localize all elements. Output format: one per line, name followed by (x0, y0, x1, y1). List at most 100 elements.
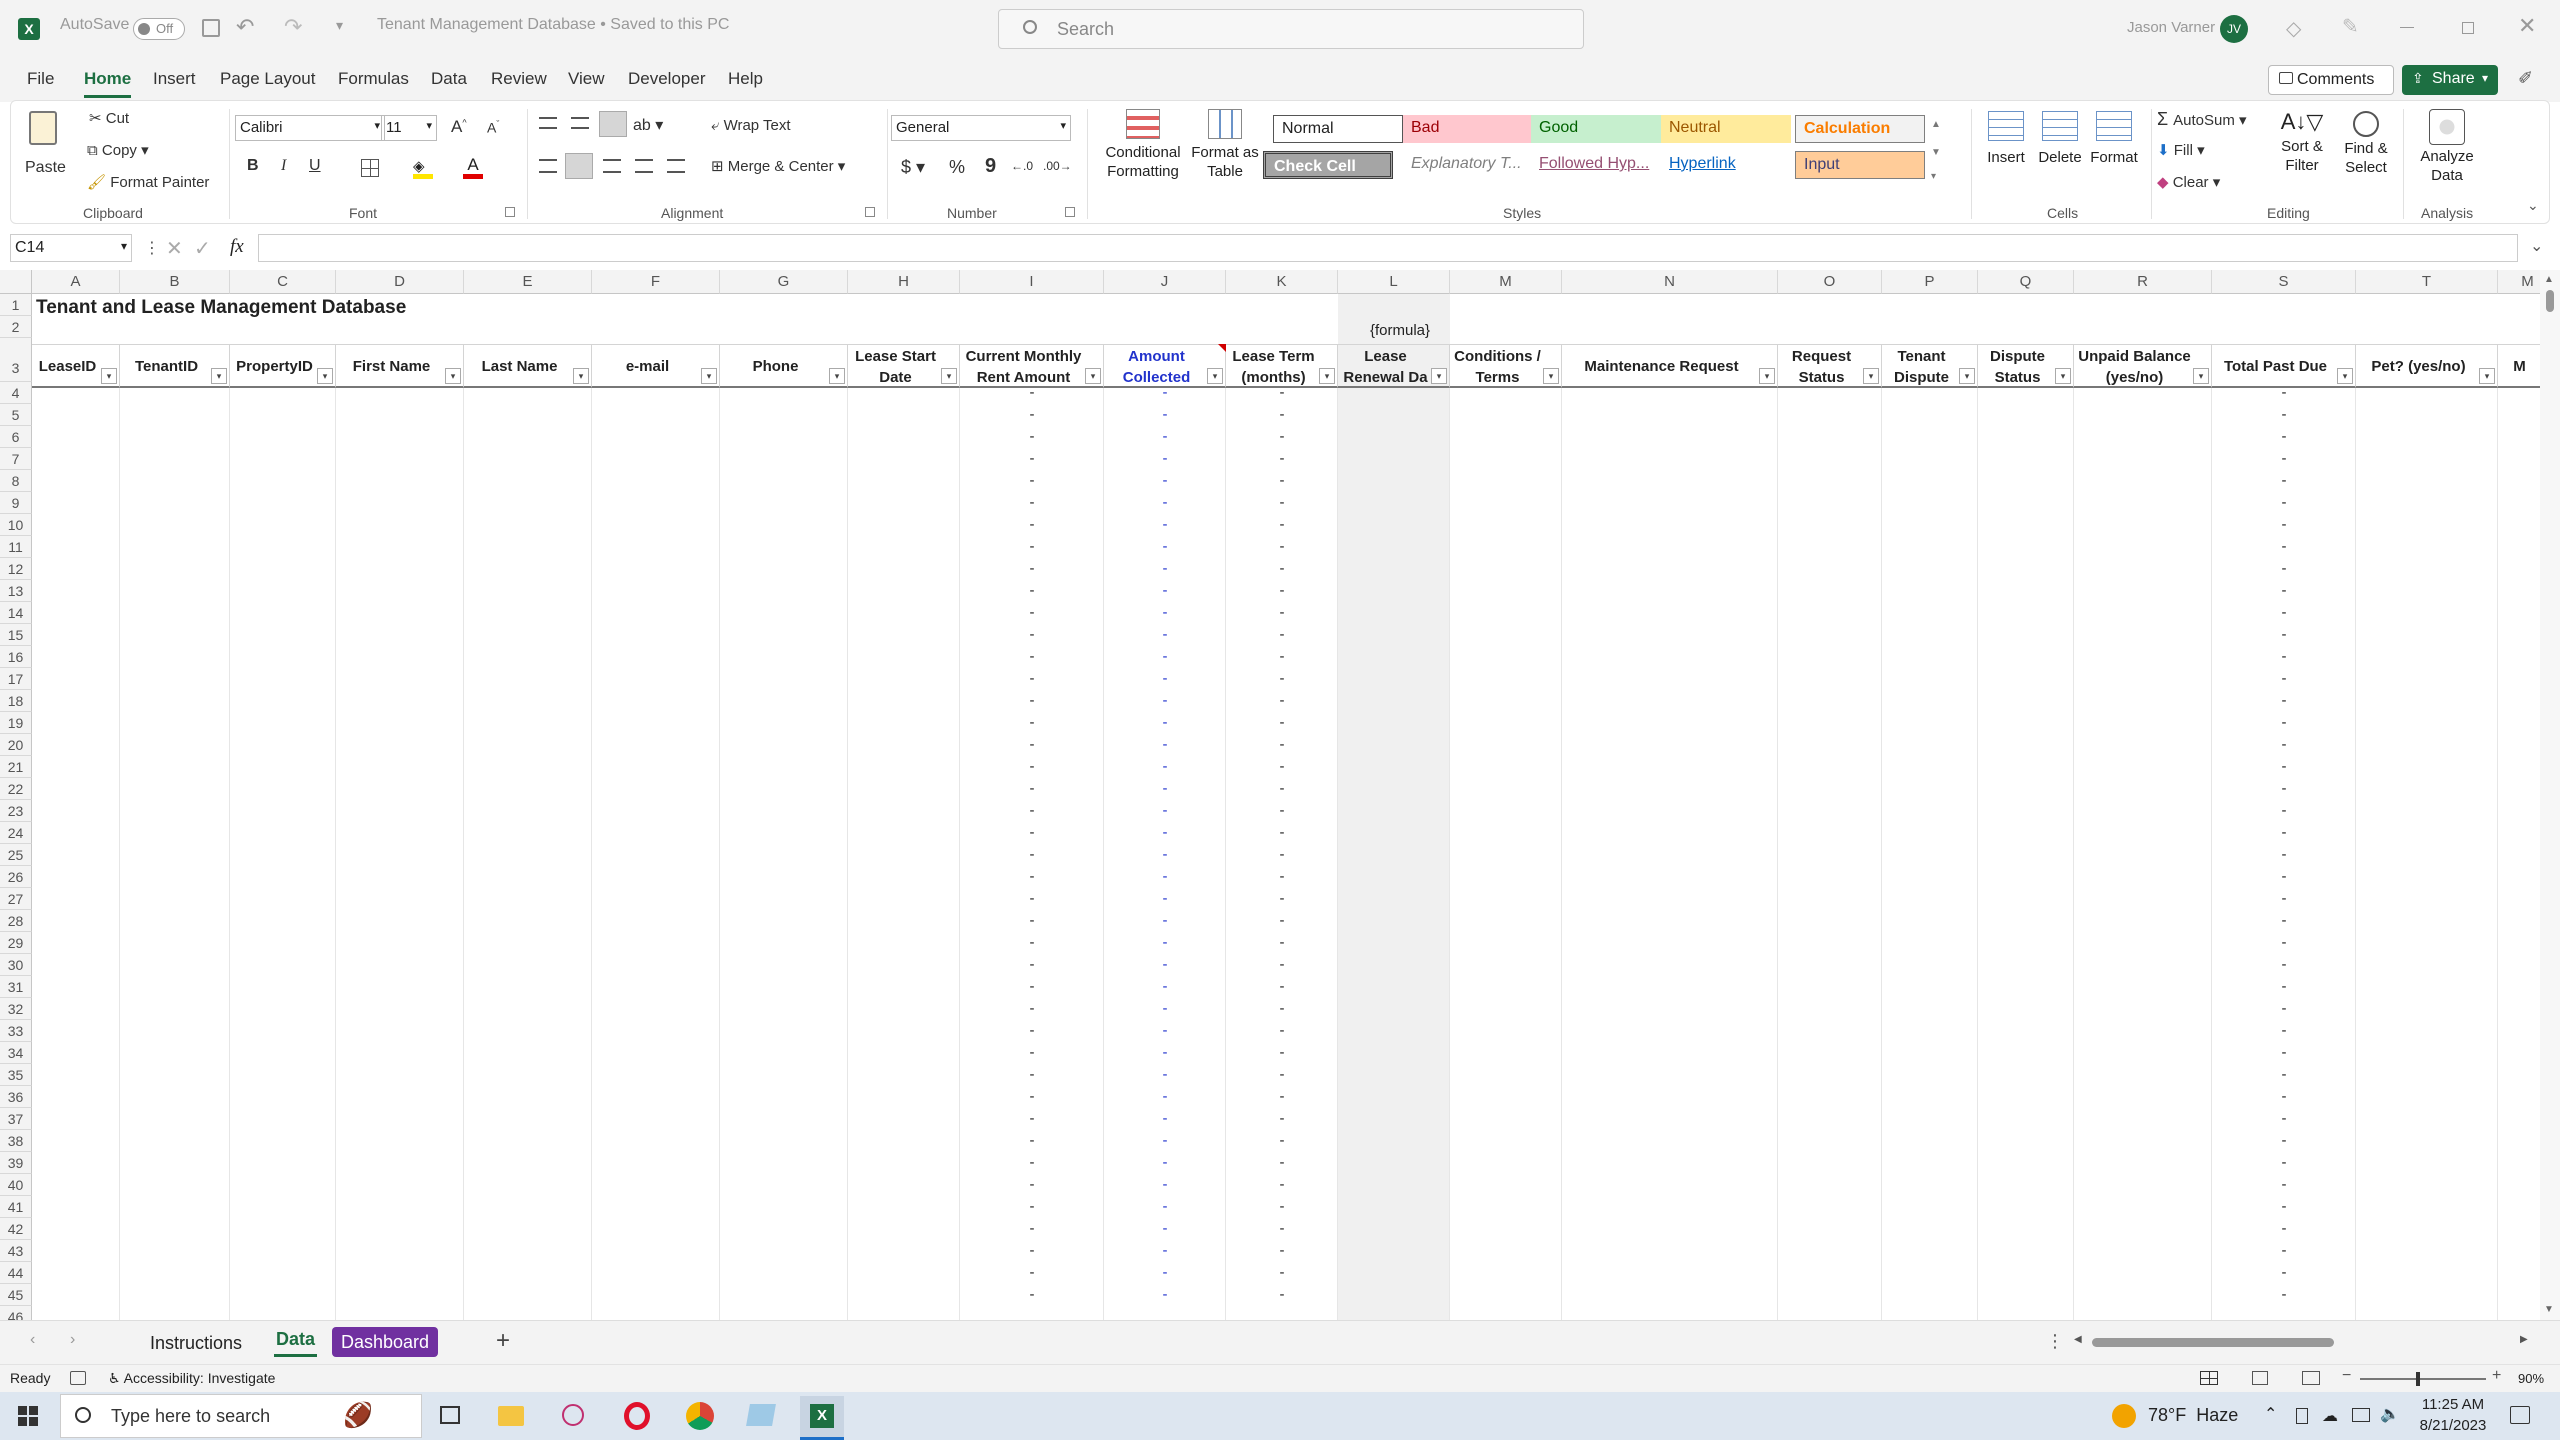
collapse-ribbon-icon[interactable]: ⌄ (2527, 197, 2539, 214)
cell-total-past-due[interactable]: - (2212, 1154, 2356, 1171)
taskbar-search-box[interactable]: Type here to search 🏈 (60, 1394, 422, 1438)
formula-input[interactable] (258, 234, 2518, 262)
column-header-n[interactable]: N (1562, 270, 1778, 294)
header-total-past-due[interactable]: Total Past Due ▾ (2212, 344, 2356, 388)
column-header-a[interactable]: A (32, 270, 120, 294)
cell-amount-collected[interactable]: - (1104, 868, 1226, 885)
cell-total-past-due[interactable]: - (2212, 472, 2356, 489)
cell-amount-collected[interactable]: - (1104, 692, 1226, 709)
column-header-c[interactable]: C (230, 270, 336, 294)
save-icon[interactable] (202, 19, 220, 37)
cell-total-past-due[interactable]: - (2212, 1000, 2356, 1017)
share-dropdown-icon[interactable]: ▾ (2482, 71, 2488, 85)
expand-formula-icon[interactable]: ⌄ (2530, 236, 2543, 256)
row-header[interactable]: 9 (0, 492, 32, 514)
column-header-e[interactable]: E (464, 270, 592, 294)
cell-total-past-due[interactable]: - (2212, 1132, 2356, 1149)
column-header-b[interactable]: B (120, 270, 230, 294)
column-header-p[interactable]: P (1882, 270, 1978, 294)
insert-function-icon[interactable]: fx (230, 236, 244, 258)
cell-amount-collected[interactable]: - (1104, 890, 1226, 907)
show-hidden-icons[interactable]: ⌃ (2264, 1404, 2277, 1424)
volume-icon[interactable]: 🔈 (2380, 1404, 2400, 1424)
cell-total-past-due[interactable]: - (2212, 670, 2356, 687)
header-monthly-rent[interactable]: Current Monthly Rent Amount ▾ (960, 344, 1104, 388)
page-break-view-icon[interactable] (2302, 1371, 2320, 1385)
row-header[interactable]: 18 (0, 690, 32, 712)
cell-monthly-rent[interactable]: - (960, 670, 1104, 687)
cell-lease-term[interactable]: - (1226, 472, 1338, 489)
zoom-slider[interactable] (2360, 1372, 2486, 1386)
horizontal-scrollbar[interactable]: ◀ ▶ (2074, 1333, 2528, 1351)
filter-dropdown-icon[interactable]: ▾ (1543, 368, 1559, 384)
menu-insert[interactable]: Insert (153, 69, 196, 89)
header-lease-renewal-date[interactable]: Lease Renewal Da ▾ (1338, 344, 1450, 388)
cell-amount-collected[interactable]: - (1104, 670, 1226, 687)
cell-monthly-rent[interactable]: - (960, 780, 1104, 797)
cell-lease-term[interactable]: - (1226, 384, 1338, 401)
row-header[interactable]: 5 (0, 404, 32, 426)
cell-amount-collected[interactable]: - (1104, 1132, 1226, 1149)
cell-lease-term[interactable]: - (1226, 1154, 1338, 1171)
cell-total-past-due[interactable]: - (2212, 736, 2356, 753)
confirm-entry-icon[interactable]: ✓ (194, 236, 211, 261)
cell-amount-collected[interactable]: - (1104, 1264, 1226, 1281)
wrap-text-button[interactable]: ⤶ Wrap Text (711, 117, 791, 134)
column-header-o[interactable]: O (1778, 270, 1882, 294)
formula-note-cell[interactable]: {formula} (1340, 322, 1460, 339)
header-pet[interactable]: Pet? (yes/no) ▾ (2356, 344, 2498, 388)
cell-total-past-due[interactable]: - (2212, 956, 2356, 973)
cell-monthly-rent[interactable]: - (960, 582, 1104, 599)
header-request-status[interactable]: Request Status ▾ (1778, 344, 1882, 388)
cell-style-input[interactable]: Input (1795, 151, 1925, 179)
cell-total-past-due[interactable]: - (2212, 692, 2356, 709)
cell-monthly-rent[interactable]: - (960, 1022, 1104, 1039)
cell-monthly-rent[interactable]: - (960, 758, 1104, 775)
increase-decimal-icon[interactable]: ←.0 (1011, 159, 1033, 173)
paste-button[interactable]: Paste (23, 109, 66, 189)
cell-style-good[interactable]: Good (1531, 115, 1661, 143)
cell-style-calculation[interactable]: Calculation (1795, 115, 1925, 143)
cell-lease-term[interactable]: - (1226, 1242, 1338, 1259)
cell-lease-term[interactable]: - (1226, 1220, 1338, 1237)
cell-lease-term[interactable]: - (1226, 1088, 1338, 1105)
cell-lease-term[interactable]: - (1226, 1000, 1338, 1017)
cell-lease-term[interactable]: - (1226, 1286, 1338, 1303)
dialog-launcher-icon[interactable] (505, 207, 515, 217)
align-right-icon[interactable] (603, 159, 621, 173)
cell-monthly-rent[interactable]: - (960, 648, 1104, 665)
header-amount-collected[interactable]: Amount Collected ▾ (1104, 344, 1226, 388)
format-as-table-button[interactable]: Format as Table (1187, 107, 1263, 197)
weather-icon[interactable] (2112, 1404, 2136, 1428)
row-header[interactable]: 8 (0, 470, 32, 492)
cell-monthly-rent[interactable]: - (960, 1066, 1104, 1083)
column-header-s[interactable]: S (2212, 270, 2356, 294)
filter-dropdown-icon[interactable]: ▾ (2055, 368, 2071, 384)
cell-total-past-due[interactable]: - (2212, 1088, 2356, 1105)
comments-button[interactable]: Comments (2268, 65, 2394, 95)
normal-view-icon[interactable] (2200, 1371, 2218, 1385)
menu-data[interactable]: Data (431, 69, 467, 89)
cell-lease-term[interactable]: - (1226, 824, 1338, 841)
cell-monthly-rent[interactable]: - (960, 560, 1104, 577)
cell-amount-collected[interactable]: - (1104, 736, 1226, 753)
cell-total-past-due[interactable]: - (2212, 1022, 2356, 1039)
pen-icon[interactable]: ✎ (2342, 14, 2359, 39)
cell-lease-term[interactable]: - (1226, 692, 1338, 709)
snipping-tool-icon[interactable] (562, 1404, 584, 1426)
cell-total-past-due[interactable]: - (2212, 1242, 2356, 1259)
restore-icon[interactable] (2462, 22, 2474, 34)
filter-dropdown-icon[interactable]: ▾ (2193, 368, 2209, 384)
cell-monthly-rent[interactable]: - (960, 824, 1104, 841)
filter-dropdown-icon[interactable]: ▾ (2479, 368, 2495, 384)
row-header[interactable]: 3 (0, 338, 32, 382)
cell-lease-term[interactable]: - (1226, 736, 1338, 753)
row-header[interactable]: 41 (0, 1196, 32, 1218)
cell-amount-collected[interactable]: - (1104, 1000, 1226, 1017)
more-options-icon[interactable]: ⋮ (144, 238, 160, 258)
task-view-icon[interactable] (440, 1406, 460, 1424)
cell-monthly-rent[interactable]: - (960, 956, 1104, 973)
cell-amount-collected[interactable]: - (1104, 582, 1226, 599)
cell-total-past-due[interactable]: - (2212, 978, 2356, 995)
cell-lease-term[interactable]: - (1226, 956, 1338, 973)
